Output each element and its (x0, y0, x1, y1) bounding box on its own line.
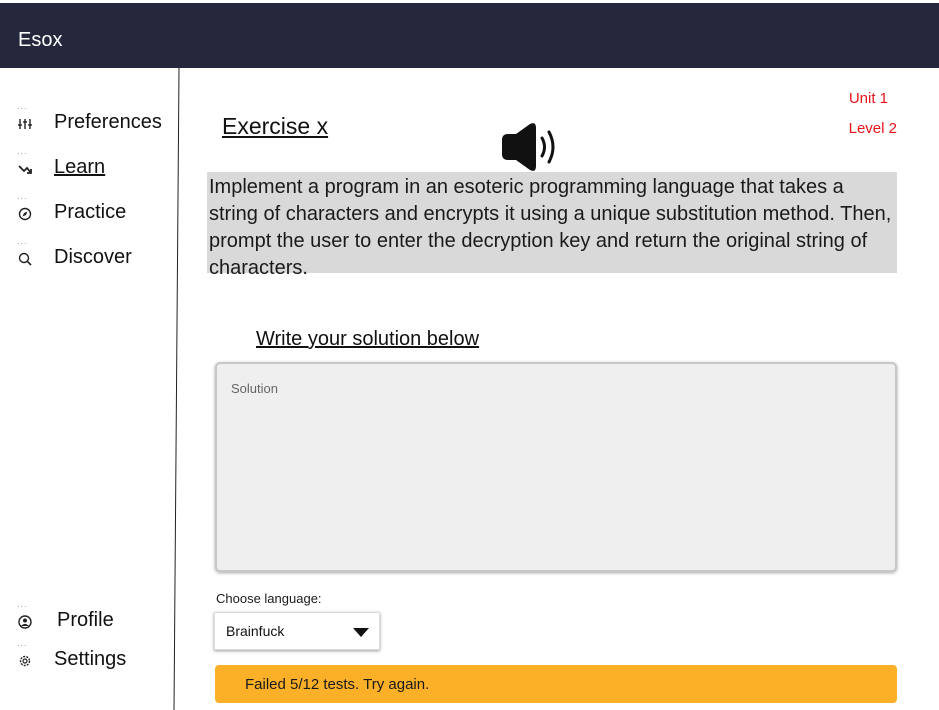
sidebar-item-label: Profile (57, 609, 114, 631)
app-title: Esox (18, 29, 63, 51)
status-message: Failed 5/12 tests. Try again. (245, 676, 430, 693)
unit-label: Unit 1 (848, 90, 888, 107)
compass-icon (18, 207, 32, 221)
trend-arrow-icon (18, 165, 32, 174)
sidebar-item-profile[interactable]: ... Profile (0, 600, 175, 634)
sidebar-item-settings[interactable]: ... Settings (0, 639, 175, 673)
nav-dots: ... (17, 146, 28, 156)
sidebar-item-label: Preferences (54, 111, 162, 133)
user-circle-icon (18, 615, 32, 629)
sidebar-item-label: Learn (54, 156, 106, 178)
top-bar: Esox (0, 3, 939, 68)
exercise-title: Exercise x (222, 113, 329, 139)
solution-input[interactable] (215, 362, 897, 572)
sidebar-item-discover[interactable]: ... Discover (0, 237, 175, 271)
level-label: Level 2 (848, 120, 897, 137)
choose-language-label: Choose language: (216, 591, 322, 606)
nav-dots: ... (17, 101, 28, 111)
sidebar-item-label: Settings (54, 648, 127, 670)
sidebar-item-label: Discover (54, 246, 132, 268)
nav-dots: ... (17, 599, 28, 609)
sliders-icon (18, 119, 32, 129)
sidebar-item-learn[interactable]: ... Learn (0, 147, 175, 181)
exercise-prompt-box: Implement a program in an esoteric progr… (207, 172, 897, 279)
exercise-prompt-text: Implement a program in an esoteric progr… (209, 176, 892, 279)
sidebar-item-practice[interactable]: ... Practice (0, 192, 175, 226)
gear-icon (19, 655, 31, 667)
nav-dots: ... (17, 236, 28, 246)
sidebar-item-preferences[interactable]: ... Preferences (0, 102, 175, 136)
speaker-icon[interactable] (500, 122, 562, 172)
sidebar-item-label: Practice (54, 201, 127, 223)
search-icon (18, 252, 32, 266)
nav-dots: ... (17, 191, 28, 201)
language-select[interactable]: Brainfuck (214, 612, 380, 650)
status-banner: Failed 5/12 tests. Try again. (215, 665, 897, 703)
caret-down-icon (353, 628, 369, 637)
language-selected-value: Brainfuck (226, 623, 285, 639)
solution-heading: Write your solution below (256, 328, 480, 350)
nav-dots: ... (17, 638, 28, 648)
